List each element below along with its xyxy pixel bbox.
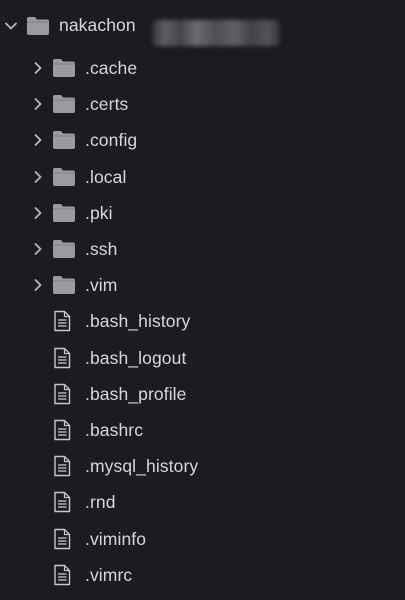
tree-file-label: .mysql_history (85, 456, 199, 477)
tree-folder-row[interactable]: .vim (0, 267, 405, 303)
tree-root-row[interactable]: nakachon (0, 8, 405, 46)
tree-file-row[interactable]: .viminfo (0, 521, 405, 557)
tree-file-row[interactable]: .mysql_history (0, 448, 405, 484)
folder-icon (52, 93, 76, 115)
chevron-right-icon[interactable] (31, 170, 45, 184)
folder-icon (52, 238, 76, 260)
file-icon (53, 383, 71, 405)
tree-file-label: .rnd (85, 492, 116, 513)
tree-folder-row[interactable]: .pki (0, 195, 405, 231)
file-icon (53, 528, 71, 550)
tree-file-row[interactable]: .bashrc (0, 412, 405, 448)
chevron-right-icon[interactable] (31, 133, 45, 147)
chevron-right-icon[interactable] (31, 97, 45, 111)
file-icon (53, 419, 71, 441)
chevron-right-icon[interactable] (31, 206, 45, 220)
tree-folder-label: .config (85, 130, 138, 151)
tree-folder-row[interactable]: .config (0, 122, 405, 158)
file-icon (53, 455, 71, 477)
tree-folder-row[interactable]: .cache (0, 50, 405, 86)
chevron-right-icon[interactable] (31, 242, 45, 256)
tree-file-label: .bashrc (85, 420, 144, 440)
folder-icon (52, 57, 76, 79)
tree-folder-label: .certs (85, 94, 129, 115)
tree-folder-row[interactable]: .ssh (0, 231, 405, 267)
tree-file-label: .vimrc (85, 564, 133, 585)
tree-folder-label: .vim (85, 275, 118, 296)
chevron-right-icon[interactable] (31, 61, 45, 75)
chevron-right-icon[interactable] (31, 278, 45, 292)
folder-icon (52, 129, 76, 151)
tree-folder-label: .pki (85, 202, 113, 223)
tree-folder-label: .ssh (85, 239, 118, 259)
tree-file-label: .bash_history (85, 311, 191, 332)
tree-folder-label: .local (85, 166, 127, 187)
blurred-text (152, 20, 280, 46)
file-tree: nakachon .cache .certs .config .local .pki .s… (0, 0, 405, 600)
tree-folder-row[interactable]: .local (0, 159, 405, 195)
tree-file-label: .bash_logout (85, 347, 187, 368)
tree-file-row[interactable]: .bash_profile (0, 376, 405, 412)
file-icon (53, 310, 71, 332)
tree-root-label: nakachon (59, 15, 136, 35)
folder-icon (52, 274, 76, 296)
chevron-down-icon[interactable] (4, 19, 18, 33)
tree-folder-row[interactable]: .certs (0, 86, 405, 122)
tree-file-row[interactable]: .vimrc (0, 557, 405, 593)
tree-folder-label: .cache (85, 58, 138, 78)
file-icon (53, 564, 71, 586)
tree-file-row[interactable]: .bash_logout (0, 340, 405, 376)
tree-file-label: .bash_profile (85, 383, 187, 404)
folder-icon (26, 15, 50, 37)
tree-file-row[interactable]: .bash_history (0, 303, 405, 339)
folder-icon (52, 166, 76, 188)
tree-file-label: .viminfo (85, 528, 147, 549)
file-icon (53, 347, 71, 369)
folder-icon (52, 202, 76, 224)
tree-file-row[interactable]: .rnd (0, 484, 405, 520)
file-icon (53, 491, 71, 513)
